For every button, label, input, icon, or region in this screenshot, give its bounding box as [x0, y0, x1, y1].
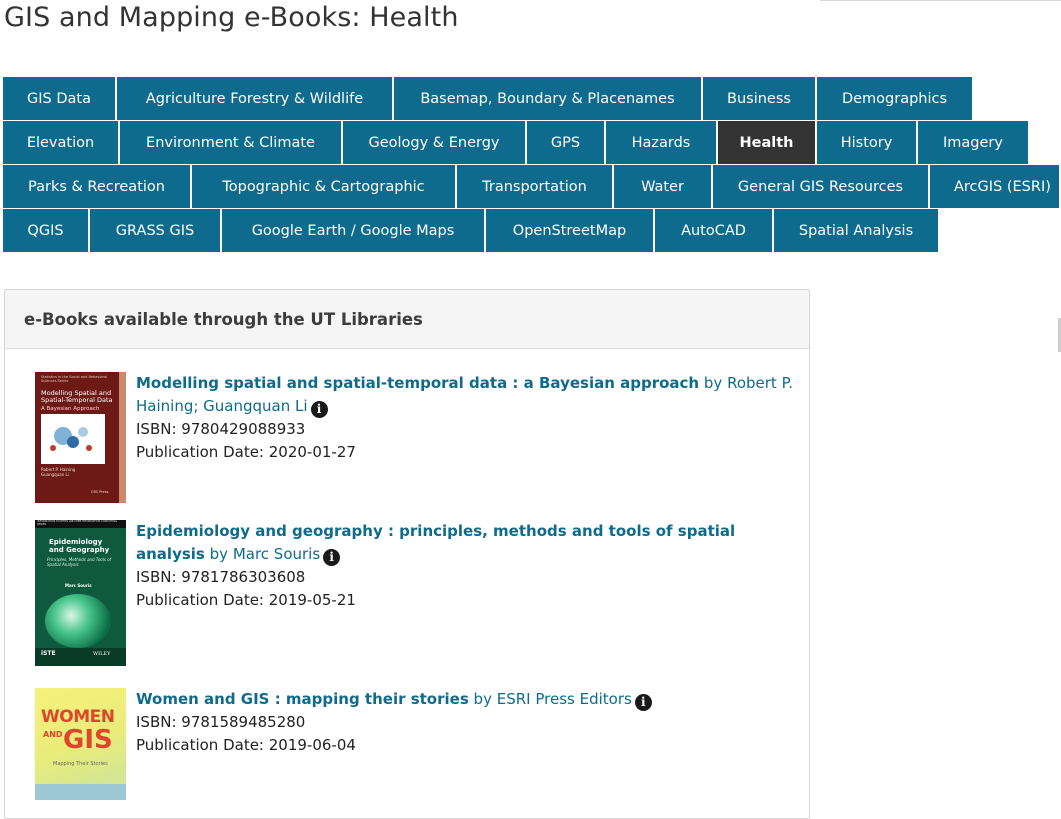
- cover-publisher-text: CRC Press: [91, 490, 109, 494]
- book-cover-image[interactable]: WOMEN AND GIS Mapping Their Stories: [35, 688, 126, 800]
- tab-geology-energy[interactable]: Geology & Energy: [343, 121, 525, 164]
- cover-globe-graphic: [45, 594, 111, 648]
- tab-elevation[interactable]: Elevation: [3, 121, 118, 164]
- tab-agriculture-forestry-wildlife[interactable]: Agriculture Forestry & Wildlife: [117, 77, 392, 120]
- book-info: Epidemiology and geography : principles,…: [136, 520, 796, 612]
- tab-health[interactable]: Health: [718, 121, 815, 164]
- info-circle-icon[interactable]: i: [310, 401, 328, 418]
- cover-word-and: AND: [43, 730, 63, 739]
- cover-map-graphic: [41, 414, 105, 464]
- tab-arcgis-esri[interactable]: ArcGIS (ESRI): [930, 165, 1059, 208]
- tab-row: GIS Data Agriculture Forestry & Wildlife…: [3, 77, 1061, 120]
- tab-row: Parks & Recreation Topographic & Cartogr…: [3, 165, 1061, 208]
- tab-transportation[interactable]: Transportation: [457, 165, 612, 208]
- book-publication-date: Publication Date: 2020-01-27: [136, 443, 356, 461]
- book-author: Marc Souris: [232, 545, 321, 563]
- cover-subtitle-text: Mapping Their Stories: [53, 761, 108, 767]
- tab-imagery[interactable]: Imagery: [918, 121, 1028, 164]
- tab-basemap-boundary-placenames[interactable]: Basemap, Boundary & Placenames: [394, 77, 701, 120]
- top-divider: [820, 0, 1061, 1]
- ebooks-panel: e-Books available through the UT Librari…: [4, 289, 810, 819]
- by-label: by: [703, 374, 723, 392]
- topic-tabs: GIS Data Agriculture Forestry & Wildlife…: [3, 77, 1061, 253]
- tab-parks-recreation[interactable]: Parks & Recreation: [3, 165, 190, 208]
- tab-grass-gis[interactable]: GRASS GIS: [90, 209, 220, 252]
- cover-subtitle-text: Principles, Methods and Tools of Spatial…: [47, 557, 112, 567]
- cover-title-text: Modelling Spatial and Spatial-Temporal D…: [41, 389, 113, 405]
- cover-subtitle-text: A Bayesian Approach: [41, 406, 100, 412]
- tab-row: QGIS GRASS GIS Google Earth / Google Map…: [3, 209, 1061, 252]
- cover-bottom-stripe: [35, 784, 126, 800]
- tab-general-gis-resources[interactable]: General GIS Resources: [713, 165, 928, 208]
- tab-water[interactable]: Water: [614, 165, 711, 208]
- book-cover-image[interactable]: INFORMATION SYSTEMS AND WEB INFORMATION …: [35, 520, 126, 666]
- cover-publisher-right: WILEY: [93, 651, 111, 657]
- info-circle-icon[interactable]: i: [323, 549, 341, 566]
- book-info: Modelling spatial and spatial-temporal d…: [136, 372, 796, 464]
- book-publication-date: Publication Date: 2019-06-04: [136, 736, 356, 754]
- cover-authors-text: Marc Souris: [65, 583, 92, 588]
- cover-word-gis: GIS: [63, 725, 113, 755]
- cover-series-text: INFORMATION SYSTEMS AND WEB INFORMATION …: [37, 520, 118, 526]
- tab-demographics[interactable]: Demographics: [817, 77, 972, 120]
- cover-series-text: Statistics in the Social and Behavioral …: [41, 375, 108, 384]
- book-cover-image[interactable]: Statistics in the Social and Behavioral …: [35, 372, 126, 503]
- tab-qgis[interactable]: QGIS: [3, 209, 88, 252]
- tab-hazards[interactable]: Hazards: [606, 121, 716, 164]
- tab-business[interactable]: Business: [703, 77, 815, 120]
- by-label: by: [209, 545, 229, 563]
- book-author: ESRI Press Editors: [496, 690, 632, 708]
- book-info: Women and GIS : mapping their stories by…: [136, 688, 796, 757]
- book-isbn: ISBN: 9780429088933: [136, 420, 306, 438]
- page-title: GIS and Mapping e-Books: Health: [4, 2, 459, 33]
- book-isbn: ISBN: 9781786303608: [136, 568, 306, 586]
- info-circle-icon[interactable]: i: [634, 694, 652, 711]
- cover-authors-text: Robert P. Haining Guangquan Li: [41, 467, 76, 477]
- by-label: by: [473, 690, 492, 708]
- tab-environment-climate[interactable]: Environment & Climate: [120, 121, 341, 164]
- tab-spatial-analysis[interactable]: Spatial Analysis: [774, 209, 938, 252]
- tab-autocad[interactable]: AutoCAD: [655, 209, 772, 252]
- tab-gis-data[interactable]: GIS Data: [3, 77, 115, 120]
- tab-topographic-cartographic[interactable]: Topographic & Cartographic: [192, 165, 455, 208]
- book-publication-date: Publication Date: 2019-05-21: [136, 591, 356, 609]
- tab-openstreetmap[interactable]: OpenStreetMap: [486, 209, 653, 252]
- book-title-link[interactable]: Modelling spatial and spatial-temporal d…: [136, 374, 699, 392]
- panel-heading: e-Books available through the UT Librari…: [5, 290, 809, 349]
- tab-google-earth-google-maps[interactable]: Google Earth / Google Maps: [222, 209, 484, 252]
- tab-row: Elevation Environment & Climate Geology …: [3, 121, 1061, 164]
- tab-history[interactable]: History: [817, 121, 916, 164]
- book-title-link[interactable]: Women and GIS : mapping their stories: [136, 690, 469, 708]
- book-isbn: ISBN: 9781589485280: [136, 713, 306, 731]
- tab-gps[interactable]: GPS: [527, 121, 604, 164]
- cover-publisher-left: iSTE: [41, 650, 56, 657]
- cover-title-text: Epidemiology and Geography: [49, 538, 110, 555]
